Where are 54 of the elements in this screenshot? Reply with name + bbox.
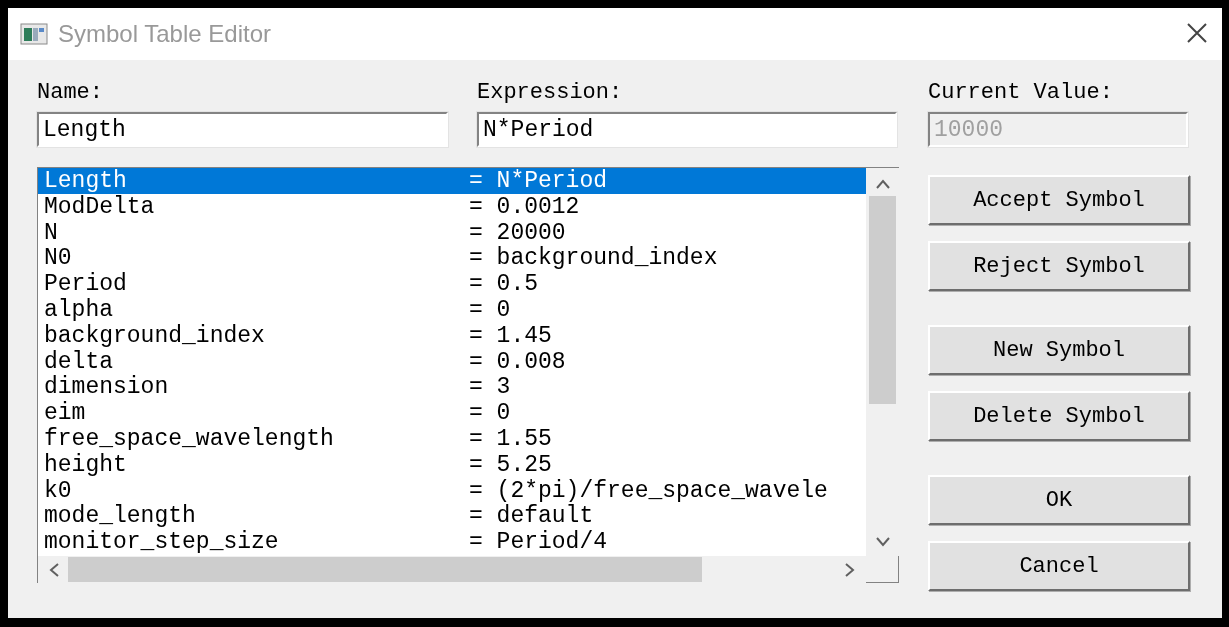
dialog-button[interactable]: Reject Symbol	[928, 241, 1190, 291]
symbol-value: = 0.5	[469, 271, 539, 298]
symbol-value: = Period/4	[469, 529, 609, 556]
dialog-button[interactable]: Accept Symbol	[928, 175, 1190, 225]
symbol-name: N	[44, 219, 59, 246]
symbol-value: = 0.008	[469, 348, 567, 375]
value-display: 10000	[928, 112, 1188, 147]
symbol-name: monitor_step_size	[44, 529, 280, 556]
symbol-name: height	[44, 451, 128, 478]
scroll-right-icon[interactable]	[844, 561, 856, 578]
scroll-thumb[interactable]	[869, 196, 896, 404]
scroll-left-icon[interactable]	[48, 561, 60, 578]
symbol-value: = 1.55	[469, 425, 553, 452]
scroll-up-icon[interactable]	[874, 178, 891, 190]
symbol-value: = 20000	[469, 219, 567, 246]
symbol-name: N0	[44, 245, 73, 272]
close-icon	[1186, 21, 1208, 44]
input-field[interactable]: Length	[37, 112, 448, 147]
symbol-name: Length	[44, 168, 128, 194]
symbol-value: = 1.45	[469, 322, 553, 349]
scroll-down-icon[interactable]	[874, 536, 891, 548]
symbol-name: background_index	[44, 322, 266, 349]
input-field[interactable]: N*Period	[477, 112, 897, 147]
symbol-list[interactable]	[38, 168, 866, 556]
vertical-scrollbar[interactable]	[866, 168, 899, 556]
symbol-value: = (2*pi)/free_space_wavele	[469, 477, 829, 504]
symbol-value: = N*Period	[469, 168, 609, 194]
symbol-value: = 3	[469, 374, 512, 401]
field-label: Expression:	[477, 79, 624, 107]
dialog-button[interactable]: Cancel	[928, 541, 1190, 591]
symbol-name: delta	[44, 348, 114, 375]
field-label: Name:	[37, 79, 104, 107]
symbol-name: mode_length	[44, 503, 197, 530]
symbol-name: eim	[44, 400, 87, 427]
symbol-name: k0	[44, 477, 73, 504]
symbol-value: = default	[469, 503, 595, 530]
symbol-value: = background_index	[469, 245, 719, 272]
symbol-name: alpha	[44, 297, 114, 323]
symbol-name: Period	[44, 271, 128, 298]
symbol-name: ModDelta	[44, 193, 156, 220]
scroll-thumb[interactable]	[68, 557, 702, 582]
symbol-value: = 5.25	[469, 451, 553, 478]
app-icon	[20, 23, 48, 45]
symbol-value: = 0	[469, 400, 512, 427]
dialog-button[interactable]: Delete Symbol	[928, 391, 1190, 441]
dialog-button[interactable]: OK	[928, 475, 1190, 525]
symbol-name: dimension	[44, 374, 170, 401]
window-title: Symbol Table Editor	[58, 20, 271, 48]
dialog-button[interactable]: New Symbol	[928, 325, 1190, 375]
symbol-value: = 0	[469, 297, 512, 323]
horizontal-scrollbar[interactable]	[38, 556, 866, 583]
field-label: Current Value:	[928, 79, 1114, 107]
symbol-name: free_space_wavelength	[44, 425, 335, 452]
symbol-value: = 0.0012	[469, 193, 581, 220]
